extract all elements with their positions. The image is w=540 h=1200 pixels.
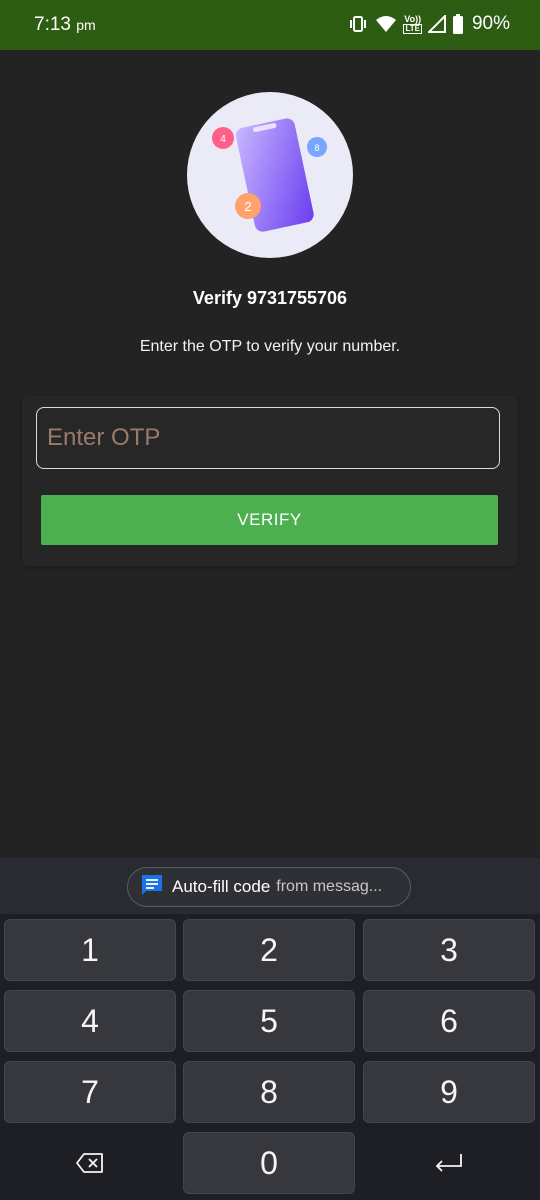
status-time-value: 7:13 [34,14,71,35]
suggestion-strip: Auto-fill code from messag... [0,858,540,914]
volte-icon: Vo)) LTE [403,13,422,34]
verify-button[interactable]: VERIFY [41,495,498,545]
wifi-icon [375,14,397,34]
badge-4-label: 4 [220,134,226,145]
key-6[interactable]: 6 [363,990,535,1052]
status-bar: 7:13 pm Vo)) LTE 90% [0,0,540,50]
key-7[interactable]: 7 [4,1061,176,1123]
key-3[interactable]: 3 [363,919,535,981]
backspace-icon [75,1145,105,1182]
key-9[interactable]: 9 [363,1061,535,1123]
verify-subtitle: Enter the OTP to verify your number. [139,338,401,355]
signal-icon [427,15,446,33]
phone-illustration: 4 8 2 [187,92,353,258]
badge-2: 2 [235,193,261,219]
status-icons: Vo)) LTE 90% [347,13,510,35]
status-time-ampm: pm [76,17,96,33]
autofill-source: from messag... [276,878,383,895]
key-4[interactable]: 4 [4,990,176,1052]
badge-8: 8 [307,137,327,157]
battery-percent: 90% [471,13,510,34]
lte-label: LTE [403,23,422,34]
volte-label: Vo)) [404,13,422,24]
autofill-code-chip[interactable]: Auto-fill code from messag... [127,867,411,907]
key-0[interactable]: 0 [183,1132,355,1194]
badge-4: 4 [212,127,234,149]
key-5[interactable]: 5 [183,990,355,1052]
badge-8-label: 8 [314,143,319,153]
badge-2-label: 2 [244,199,251,214]
verify-title: Verify 9731755706 [192,288,348,308]
status-time: 7:13 pm [34,14,96,36]
vibrate-icon [347,14,369,34]
key-8[interactable]: 8 [183,1061,355,1123]
enter-icon [433,1145,465,1182]
key-2[interactable]: 2 [183,919,355,981]
enter-key[interactable] [363,1132,535,1194]
battery-icon [452,14,464,34]
backspace-key[interactable] [4,1132,176,1194]
otp-input[interactable] [36,407,500,469]
message-icon [140,873,164,902]
key-1[interactable]: 1 [4,919,176,981]
numeric-keyboard: Auto-fill code from messag... 1 2 3 4 5 … [0,858,540,1200]
autofill-label: Auto-fill code [172,877,271,896]
